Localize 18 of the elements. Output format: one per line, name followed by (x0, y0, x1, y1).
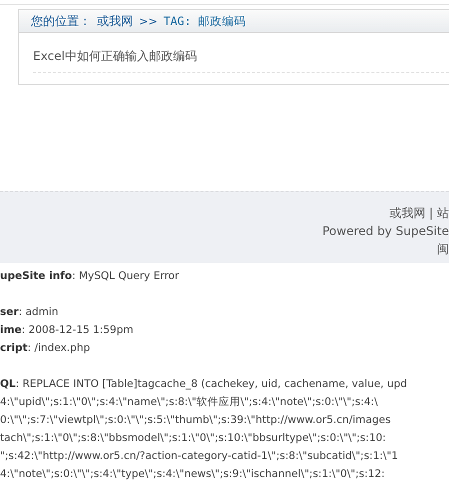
sql-text: tach\";s:1:\"0\";s:8:\"bbsmodel\";s:1:\"0\";s:10:\"bbsurltype\";s:0:\"\";s:10: (0, 431, 387, 446)
breadcrumb-separator: >> (139, 14, 158, 28)
sql-text: 0:\"\";s:7:\"viewtpl\";s:0:\"\";s:5:\"thumb\";s:39:\"http://www.or5.cn/images (0, 413, 392, 428)
article-link[interactable]: Excel中如何正确输入邮政编码 (33, 49, 197, 63)
sql-text: 4:\"note\";s:0:\"\";s:4:\"type\";s:4:\"news\";s:9:\"ischannel\";s:1:\"0\";s:12: (0, 467, 386, 482)
breadcrumb-current: TAG: 邮政编码 (163, 14, 246, 28)
error-field: ser: admin (0, 303, 449, 321)
footer-text: 或我网 | 站 (389, 205, 449, 222)
footer-text: Powered by SupeSite (322, 223, 449, 240)
breadcrumb-link[interactable]: 或我网 (97, 12, 133, 30)
footer-text: 闽 (437, 241, 449, 258)
location-label: 您的位置： (31, 12, 91, 30)
error-field: QL: REPLACE INTO [Table]tagcache_8 (cachekey, uid, cachename, value, upd (0, 375, 449, 393)
sql-text: ";s:42:\"http://www.or5.cn/?action-category-catid-1\";s:8:\"subcatid\";s:1:\"1 (0, 449, 400, 464)
error-field: upeSite info: MySQL Query Error (0, 267, 449, 285)
error-field: ime: 2008-12-15 1:59pm (0, 321, 449, 339)
sql-text: 4:\"upid\";s:1:\"0\";s:4:\"name\";s:8:\"软件应用\";s:4:\"note\";s:0:\"\";s:4:\ (0, 395, 379, 410)
error-field: cript: /index.php (0, 339, 449, 357)
